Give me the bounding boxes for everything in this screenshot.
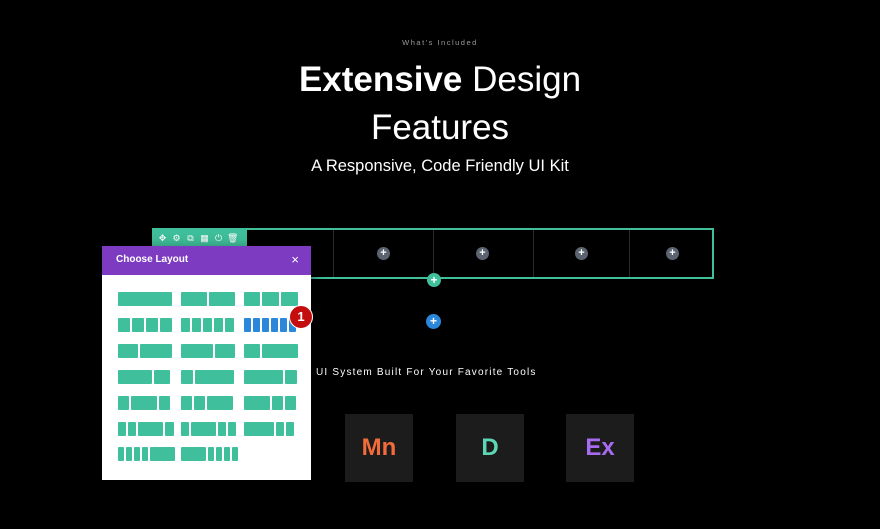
tile-label: Mn [361,434,397,461]
layout-option[interactable] [181,318,234,332]
modal-title: Choose Layout [116,254,189,265]
row-column-4[interactable]: + [534,230,630,277]
add-module-button[interactable]: + [377,247,390,260]
row-column-5[interactable]: + [630,230,712,277]
add-section-button[interactable]: + [426,314,441,329]
layout-option[interactable] [118,292,172,306]
section-tagline: UI System Built For Your Favorite Tools [316,367,537,378]
layout-option[interactable] [118,447,175,461]
layout-option[interactable] [181,344,235,358]
layout-option[interactable] [244,396,296,410]
title-bold-word: Extensive [298,60,463,99]
title-line-2: Features [370,108,510,147]
layout-option[interactable] [118,318,172,332]
page-title: Extensive Design Features [0,56,880,152]
move-icon[interactable]: ✥ [157,233,168,244]
row-toolbar: ✥ ⚙ ⧉ ▦ ⏻ 🗑 [152,229,247,247]
layout-option[interactable] [181,447,238,461]
layout-option[interactable] [118,370,170,384]
add-module-button[interactable]: + [666,247,679,260]
layout-option[interactable] [181,422,236,436]
layout-option[interactable] [244,422,294,436]
step-badge: 1 [289,305,313,329]
layout-option[interactable] [244,292,298,306]
layout-option[interactable] [118,396,170,410]
modal-header: Choose Layout × [102,246,311,275]
close-icon[interactable]: × [291,252,299,267]
delete-icon[interactable]: 🗑 [227,233,238,244]
tile-label: Ex [585,434,615,461]
choose-layout-modal: Choose Layout × [102,246,311,480]
row-column-2[interactable]: + [334,230,434,277]
row-column-3[interactable]: + [434,230,534,277]
toggle-icon[interactable]: ⏻ [213,233,224,244]
tool-tile-mn: Mn [345,414,413,482]
settings-icon[interactable]: ⚙ [171,233,182,244]
section-eyebrow: What's Included [402,38,478,47]
layout-option[interactable] [118,344,172,358]
page-subtitle: A Responsive, Code Friendly UI Kit [311,157,569,175]
duplicate-icon[interactable]: ⧉ [185,233,196,244]
add-module-button[interactable]: + [476,247,489,260]
tool-tile-d: D [456,414,524,482]
layout-option[interactable] [118,422,174,436]
layout-option[interactable] [244,370,297,384]
layout-option[interactable] [181,370,234,384]
layout-option[interactable] [181,396,233,410]
add-row-button[interactable]: + [427,273,441,287]
layout-option[interactable] [244,344,298,358]
layout-option[interactable] [181,292,235,306]
add-module-button[interactable]: + [575,247,588,260]
title-rest: Design [462,60,582,99]
tile-label: D [481,434,499,461]
columns-icon[interactable]: ▦ [199,233,210,244]
tool-tile-ex: Ex [566,414,634,482]
layout-option-selected[interactable] [244,318,296,332]
